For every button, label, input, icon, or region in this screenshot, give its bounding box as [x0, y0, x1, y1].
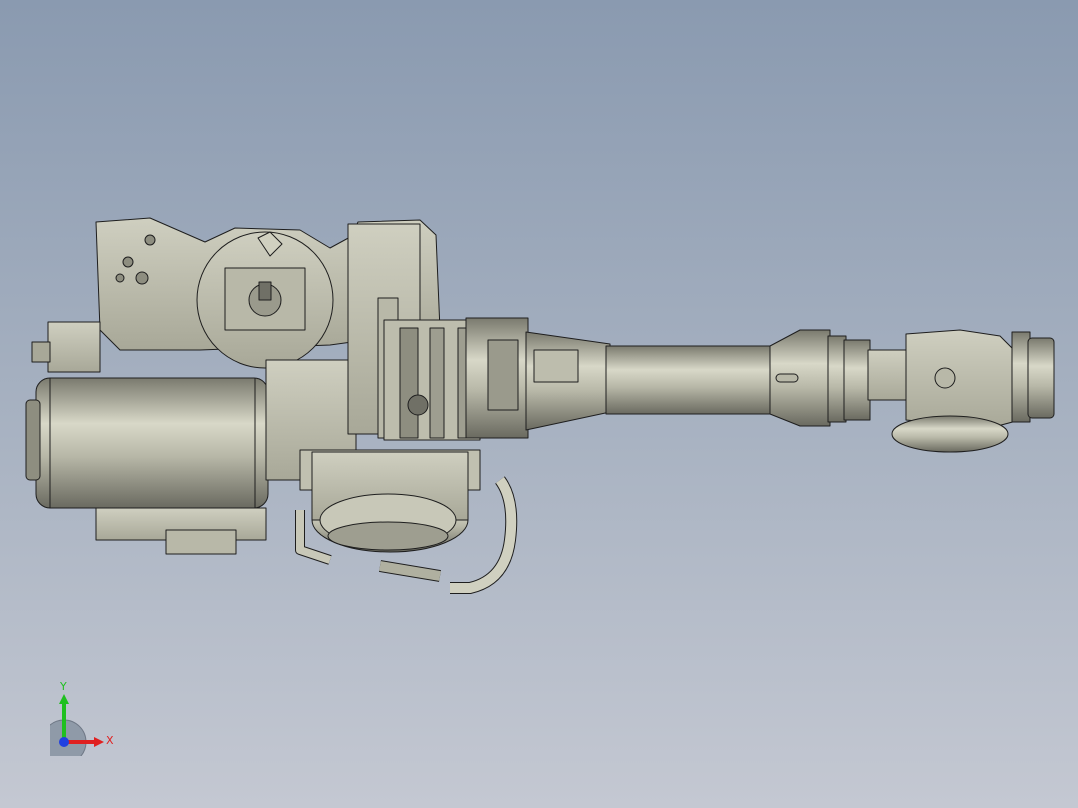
z-axis-icon	[59, 737, 69, 747]
triad-origin-arc	[41, 719, 87, 765]
y-axis-label: Y	[60, 680, 67, 693]
cad-3d-viewport[interactable]: Y X	[0, 0, 1078, 808]
arm-tube	[605, 345, 777, 415]
coordinate-triad: Y X	[41, 680, 120, 765]
x-axis-label: X	[106, 734, 114, 747]
motor-cylinder	[35, 377, 269, 509]
robot-arm-model[interactable]	[0, 0, 1078, 808]
